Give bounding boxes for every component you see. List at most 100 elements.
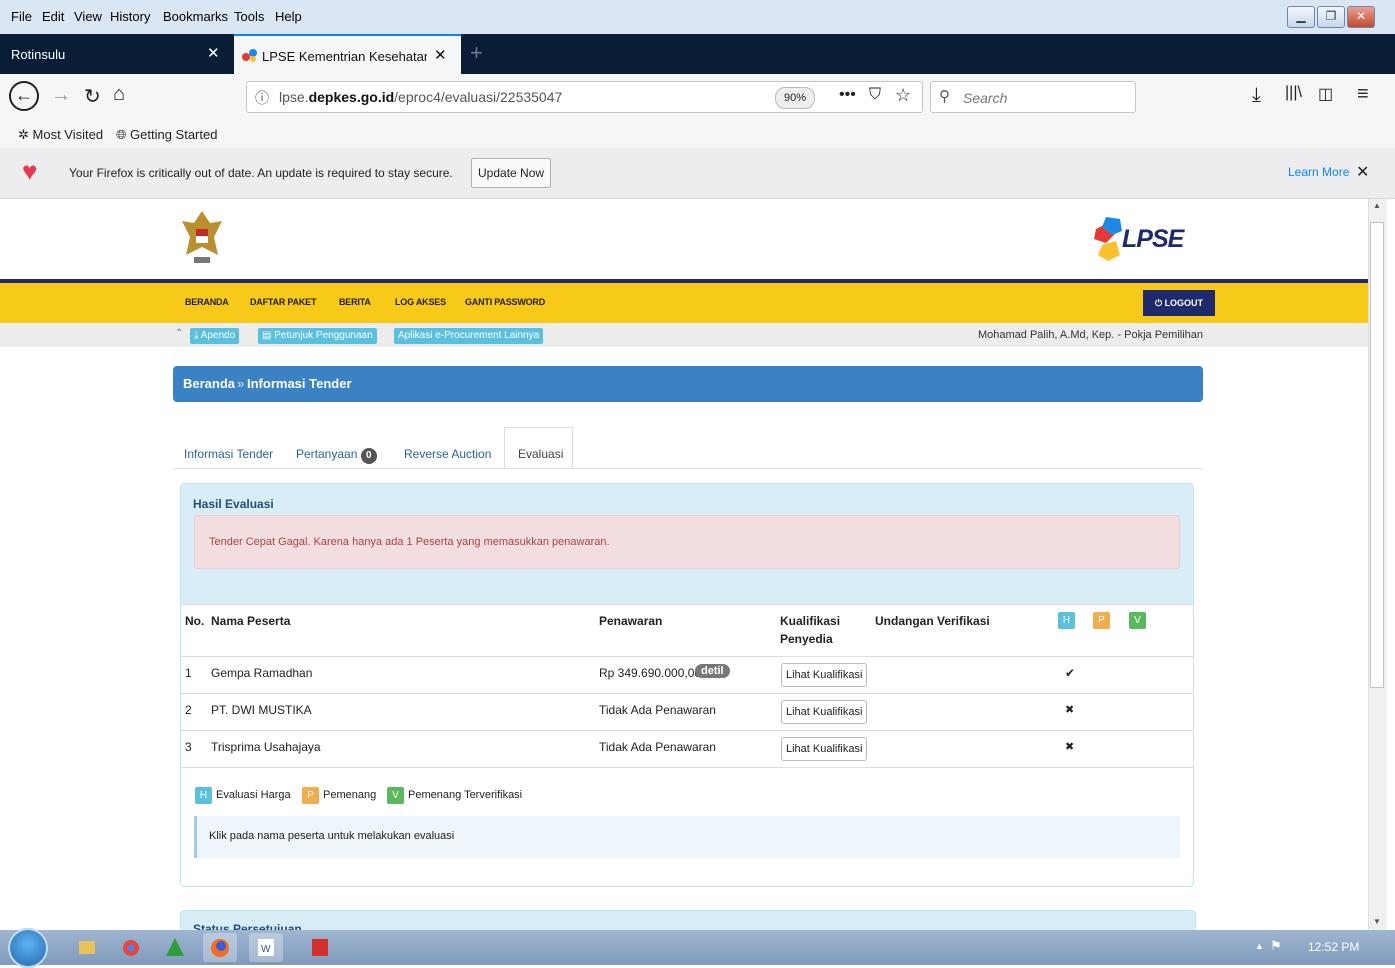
menu-edit[interactable]: Edit (42, 9, 64, 24)
search-input[interactable]: ⚲ Search (930, 81, 1136, 113)
status-persetujuan-panel: Status Persetujuan (180, 910, 1196, 930)
lihat-kualifikasi-button[interactable]: Lihat Kualifikasi (781, 737, 868, 761)
svg-text:W: W (261, 944, 271, 955)
tab-evaluasi[interactable]: Evaluasi (504, 427, 573, 469)
menu-help[interactable]: Help (275, 9, 302, 24)
pdf-taskbar-icon[interactable] (303, 933, 337, 962)
petunjuk-link[interactable]: ▤ Petunjuk Penggunaan (258, 328, 377, 344)
cross-icon: ✖ (1065, 704, 1075, 716)
alert-text: Tender Cepat Gagal. Karena hanya ada 1 P… (209, 536, 610, 548)
tab-lpse[interactable]: LPSE Kementrian Kesehatan R.I. ✕ (234, 34, 461, 74)
maximize-button[interactable]: ❐ (1317, 6, 1345, 28)
page-actions-icon[interactable]: ••• (839, 86, 856, 104)
menu-beranda[interactable]: BERANDA (185, 297, 229, 307)
hamburger-menu-icon[interactable]: ≡ (1357, 83, 1369, 106)
download-icon: ⤓ (194, 330, 201, 341)
row-no: 1 (185, 666, 192, 680)
tab-pertanyaan[interactable]: Pertanyaan 0 (296, 447, 377, 464)
bookmark-getting-started[interactable]: 🌐︎ Getting Started (116, 127, 217, 143)
forward-icon[interactable]: → (51, 84, 71, 107)
legend-v-badge: V (387, 787, 404, 804)
bookmark-most-visited[interactable]: ✲ Most Visited (18, 127, 103, 143)
close-tab-icon[interactable]: ✕ (434, 46, 447, 64)
menu-bookmarks[interactable]: Bookmarks (163, 9, 228, 24)
library-icon[interactable]: |||\ (1285, 84, 1302, 102)
menu-daftar-paket[interactable]: DAFTAR PAKET (250, 297, 316, 307)
navigation-bar: ← → ↻ ⌂ ⓘ lpse.depkes.go.id/eproc4/evalu… (0, 74, 1395, 122)
tray-expand-icon[interactable]: ▲ (1255, 941, 1264, 951)
eproc-link[interactable]: Aplikasi e-Procurement Lainnya (394, 328, 544, 344)
menu-view[interactable]: View (74, 9, 102, 24)
menu-tools[interactable]: Tools (234, 9, 264, 24)
word-taskbar-icon[interactable]: W (249, 933, 283, 962)
breadcrumb-separator: » (237, 376, 245, 391)
scroll-down-icon[interactable]: ▼ (1373, 917, 1381, 926)
clock[interactable]: 12:52 PM (1308, 940, 1359, 954)
col-p-badge: P (1093, 612, 1110, 629)
row-penawaran: Tidak Ada Penawaran (599, 703, 716, 717)
update-now-button[interactable]: Update Now (471, 158, 552, 188)
back-icon[interactable]: ← (9, 81, 39, 111)
apendo-link[interactable]: ⤓ Apendo (190, 328, 240, 344)
close-window-button[interactable]: ✕ (1347, 6, 1375, 28)
menu-file[interactable]: File (11, 9, 32, 24)
explorer-taskbar-icon[interactable] (70, 933, 104, 962)
chrome-taskbar-icon[interactable] (114, 933, 148, 962)
app-taskbar-icon[interactable] (158, 933, 192, 962)
user-info: Mohamad Palih, A.Md, Kep. - Pokja Pemili… (978, 329, 1204, 341)
garuda-emblem-icon (180, 207, 224, 267)
tab-reverse-auction[interactable]: Reverse Auction (404, 447, 491, 461)
url-prefix: lpse. (279, 89, 309, 105)
url-bar[interactable]: ⓘ lpse.depkes.go.id/eproc4/evaluasi/2253… (246, 81, 923, 113)
learn-more-link[interactable]: Learn More (1288, 165, 1349, 179)
breadcrumb-home[interactable]: Beranda (183, 376, 235, 391)
participant-name-link[interactable]: PT. DWI MUSTIKA (211, 703, 312, 717)
link-label: Apendo (200, 330, 236, 341)
detil-badge[interactable]: detil (695, 664, 730, 678)
lihat-kualifikasi-button[interactable]: Lihat Kualifikasi (781, 700, 868, 724)
reload-icon[interactable]: ↻ (84, 84, 101, 109)
home-icon[interactable]: ⌂ (113, 83, 125, 106)
power-icon: ⏻ (1154, 298, 1165, 308)
info-icon[interactable]: ⓘ (255, 88, 269, 108)
start-button[interactable] (8, 928, 48, 968)
site-menu: BERANDA DAFTAR PAKET BERITA LOG AKSES GA… (0, 283, 1368, 323)
tab-rotinsulu[interactable]: Rotinsulu ✕ (0, 34, 233, 74)
scroll-up-icon[interactable]: ▲ (1373, 201, 1381, 210)
close-tab-icon[interactable]: ✕ (207, 44, 220, 62)
col-h-badge: H (1058, 612, 1075, 629)
minimize-button[interactable]: ▁ (1287, 6, 1315, 28)
bookmark-star-icon[interactable]: ☆ (895, 85, 911, 106)
menu-berita[interactable]: BERITA (339, 297, 371, 307)
menu-history[interactable]: History (110, 9, 150, 24)
gear-icon: ✲ (18, 127, 33, 142)
panel-title: Status Persetujuan (193, 922, 302, 930)
menu-ganti-password[interactable]: GANTI PASSWORD (465, 297, 545, 307)
participant-name-link[interactable]: Trisprima Usahajaya (211, 740, 321, 754)
tab-strip: Rotinsulu ✕ LPSE Kementrian Kesehatan R.… (0, 34, 1395, 74)
menu-log-akses[interactable]: LOG AKSES (395, 297, 446, 307)
globe-icon: 🌐︎ (116, 127, 131, 142)
downloads-icon[interactable]: ⤓ (1252, 84, 1261, 107)
legend-p-label: Pemenang (323, 789, 377, 801)
logout-button[interactable]: ⏻ LOGOUT (1143, 290, 1215, 316)
tab-informasi-tender[interactable]: Informasi Tender (184, 447, 273, 461)
new-tab-icon[interactable]: + (470, 40, 483, 66)
pocket-icon[interactable]: ⛉ (869, 86, 881, 104)
zoom-indicator[interactable]: 90% (775, 87, 816, 109)
scrollbar-thumb[interactable] (1370, 222, 1384, 688)
search-icon: ⚲ (939, 88, 950, 105)
lihat-kualifikasi-button[interactable]: Lihat Kualifikasi (781, 663, 868, 687)
sidebar-icon[interactable]: ◫ (1318, 84, 1333, 104)
url-path: /eproc4/evaluasi/22535047 (394, 89, 563, 105)
legend-h-badge: H (195, 787, 212, 804)
tab-title: LPSE Kementrian Kesehatan R.I. (262, 49, 427, 64)
tab-divider (173, 468, 1203, 469)
flag-icon[interactable]: ⚑ (1270, 938, 1282, 954)
close-notification-icon[interactable]: ✕ (1356, 162, 1369, 182)
firefox-taskbar-icon[interactable] (203, 933, 237, 962)
check-icon: ✔ (1065, 666, 1076, 680)
url-text: lpse.depkes.go.id/eproc4/evaluasi/225350… (279, 89, 562, 105)
participant-name-link[interactable]: Gempa Ramadhan (211, 666, 312, 680)
collapse-icon[interactable]: ⌃ (175, 328, 183, 339)
